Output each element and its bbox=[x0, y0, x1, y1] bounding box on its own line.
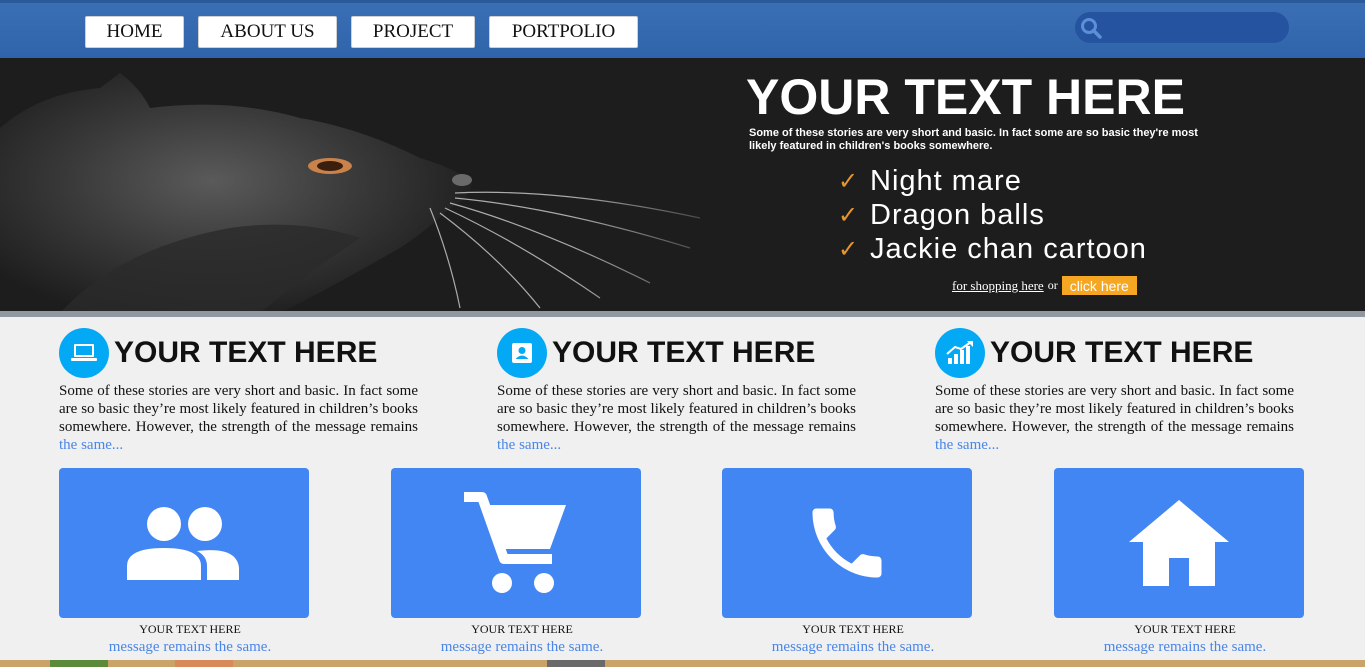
or-text: or bbox=[1047, 278, 1058, 292]
phone-card[interactable] bbox=[722, 468, 972, 618]
phone-icon bbox=[812, 508, 882, 578]
card-caption: YOUR TEXT HERE message remains the same. bbox=[397, 622, 647, 657]
hero-list: ✓ Night mare ✓ Dragon balls ✓ Jackie cha… bbox=[838, 164, 1147, 266]
hero-list-item: ✓ Jackie chan cartoon bbox=[838, 232, 1147, 266]
click-here-button[interactable]: click here bbox=[1061, 276, 1137, 295]
card-message-link[interactable]: message remains the same. bbox=[728, 637, 978, 657]
card-message-link[interactable]: message remains the same. bbox=[1060, 637, 1310, 657]
top-nav-bar: HOME ABOUT US PROJECT PORTPOLIO bbox=[0, 0, 1365, 58]
search-box bbox=[1075, 12, 1289, 43]
card-title: YOUR TEXT HERE bbox=[139, 622, 241, 636]
checkmark-icon: ✓ bbox=[838, 235, 860, 263]
card-caption: YOUR TEXT HERE message remains the same. bbox=[728, 622, 978, 657]
feature-text: Some of these stories are very short and… bbox=[59, 383, 418, 453]
checkmark-icon: ✓ bbox=[838, 167, 860, 195]
hero-title: YOUR TEXT HERE bbox=[746, 69, 1185, 125]
nav-project-button[interactable]: PROJECT bbox=[351, 16, 475, 48]
taskbar-app-icon[interactable] bbox=[547, 660, 605, 667]
nav-home-button[interactable]: HOME bbox=[85, 16, 184, 48]
card-message-link[interactable]: message remains the same. bbox=[65, 637, 315, 657]
taskbar-app-icon[interactable] bbox=[175, 660, 233, 667]
hero-list-item: ✓ Night mare bbox=[838, 164, 1147, 198]
card-message-link[interactable]: message remains the same. bbox=[397, 637, 647, 657]
shopping-link[interactable]: for shopping here bbox=[952, 278, 1044, 294]
search-input[interactable] bbox=[1105, 15, 1280, 39]
feature-title: YOUR TEXT HERE bbox=[990, 336, 1254, 369]
contact-icon bbox=[497, 328, 547, 378]
nav-about-us-button[interactable]: ABOUT US bbox=[198, 16, 337, 48]
search-icon[interactable] bbox=[1079, 16, 1103, 40]
group-card[interactable] bbox=[59, 468, 309, 618]
the-same-link[interactable]: the same... bbox=[935, 437, 999, 453]
the-same-link[interactable]: the same... bbox=[59, 437, 123, 453]
cart-icon bbox=[464, 492, 566, 593]
card-caption: YOUR TEXT HERE message remains the same. bbox=[65, 622, 315, 657]
growth-chart-icon bbox=[935, 328, 985, 378]
home-card[interactable] bbox=[1054, 468, 1304, 618]
group-icon bbox=[127, 507, 239, 580]
cart-card[interactable] bbox=[391, 468, 641, 618]
laptop-icon bbox=[59, 328, 109, 378]
black-cat-image bbox=[0, 58, 760, 313]
feature-text: Some of these stories are very short and… bbox=[497, 383, 856, 453]
hero-description: Some of these stories are very short and… bbox=[749, 127, 1198, 152]
card-caption: YOUR TEXT HERE message remains the same. bbox=[1060, 622, 1310, 657]
card-title: YOUR TEXT HERE bbox=[802, 622, 904, 636]
checkmark-icon: ✓ bbox=[838, 201, 860, 229]
feature-title: YOUR TEXT HERE bbox=[114, 336, 378, 369]
hero-list-item: ✓ Dragon balls bbox=[838, 198, 1147, 232]
shop-line: for shopping here or click here bbox=[952, 276, 1137, 295]
hero-list-label: Jackie chan cartoon bbox=[870, 232, 1147, 265]
card-title: YOUR TEXT HERE bbox=[471, 622, 573, 636]
the-same-link[interactable]: the same... bbox=[497, 437, 561, 453]
taskbar-app-icon[interactable] bbox=[50, 660, 108, 667]
os-taskbar bbox=[0, 660, 1365, 667]
nav-portpolio-button[interactable]: PORTPOLIO bbox=[489, 16, 638, 48]
feature-title: YOUR TEXT HERE bbox=[552, 336, 816, 369]
hero-divider bbox=[0, 311, 1365, 317]
home-icon bbox=[1129, 500, 1229, 586]
hero-list-label: Dragon balls bbox=[870, 198, 1045, 231]
feature-text: Some of these stories are very short and… bbox=[935, 383, 1294, 453]
hero-list-label: Night mare bbox=[870, 164, 1022, 197]
hero-banner: YOUR TEXT HERE Some of these stories are… bbox=[0, 58, 1365, 313]
card-title: YOUR TEXT HERE bbox=[1134, 622, 1236, 636]
